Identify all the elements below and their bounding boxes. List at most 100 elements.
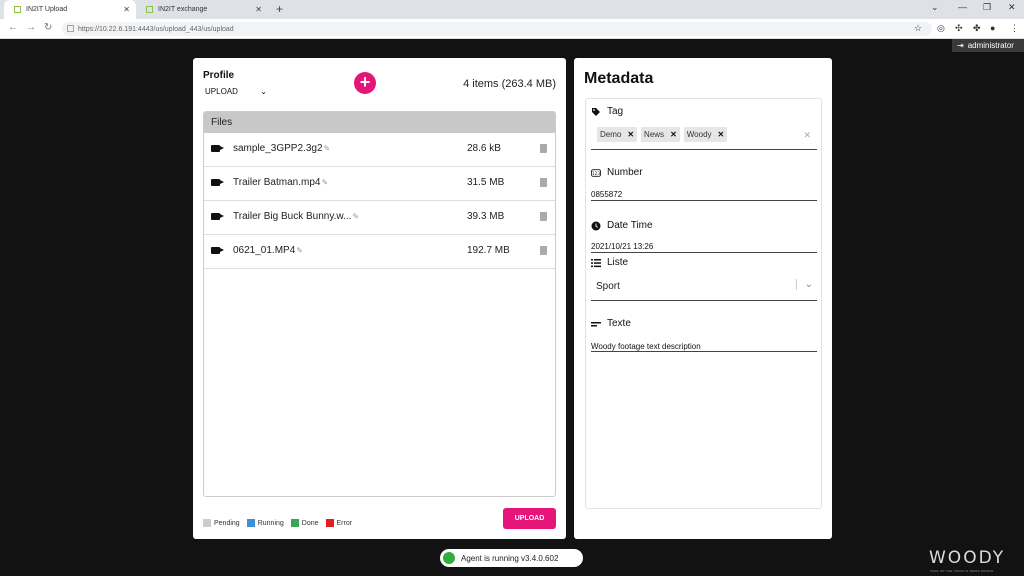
tag-label-text: Tag — [607, 106, 624, 117]
svg-text:123: 123 — [592, 170, 600, 175]
edit-pencil-icon[interactable]: ✎ — [352, 212, 359, 221]
datetime-label: Date Time — [591, 220, 653, 231]
legend-label: Running — [257, 519, 284, 527]
remove-tag-icon[interactable]: ✕ — [627, 130, 634, 139]
legend-running: Running — [246, 519, 284, 527]
legend-swatch — [325, 519, 334, 527]
new-tab-button[interactable]: + — [276, 2, 283, 16]
file-row[interactable]: sample_3GPP2.3g2✎ 28.6 kB — [204, 133, 555, 167]
edit-pencil-icon[interactable]: ✎ — [321, 178, 328, 187]
profile-select[interactable]: UPLOAD ⌄ — [205, 87, 267, 96]
file-row[interactable]: Trailer Batman.mp4✎ 31.5 MB — [204, 167, 555, 201]
close-window-icon[interactable]: ✕ — [1008, 2, 1016, 13]
video-camera-icon — [211, 145, 224, 152]
file-size: 31.5 MB — [467, 177, 505, 188]
datetime-field[interactable]: 2021/10/21 13:26 — [591, 242, 653, 251]
edit-pencil-icon[interactable]: ✎ — [296, 246, 303, 255]
tab-title: IN2IT Upload — [26, 6, 68, 13]
short-text-icon — [591, 321, 601, 326]
files-header: Files — [204, 112, 555, 133]
close-tab-icon[interactable]: ✕ — [255, 5, 262, 14]
address-bar: ← → ↻ https://10.22.6.191:4443/us/upload… — [0, 19, 1024, 39]
file-name: 0621_01.MP4 — [233, 245, 296, 256]
legend-pending: Pending — [203, 519, 240, 527]
favicon-icon — [146, 6, 153, 13]
tag-chip[interactable]: Demo ✕ — [597, 127, 638, 142]
metadata-form: Tag Demo ✕ News ✕ Woody ✕ ✕ 123 Number 0855… — [585, 98, 822, 509]
number-icon: 123 — [591, 168, 601, 177]
file-row[interactable]: 0621_01.MP4✎ 192.7 MB — [204, 235, 555, 269]
extension-icon[interactable]: ◎ — [937, 23, 945, 34]
datetime-underline — [591, 252, 817, 253]
video-camera-icon — [211, 247, 224, 254]
liste-label-text: Liste — [607, 257, 629, 268]
file-size: 192.7 MB — [467, 245, 510, 256]
tag-chip[interactable]: Woody ✕ — [683, 127, 728, 142]
delete-icon[interactable] — [540, 178, 547, 187]
remove-tag-icon[interactable]: ✕ — [718, 130, 725, 139]
upload-button[interactable]: UPLOAD — [503, 508, 556, 529]
agent-status-text: Agent is running v3.4.0.602 — [461, 553, 559, 563]
delete-icon[interactable] — [540, 212, 547, 221]
chevron-down-icon: ⌄ — [260, 87, 267, 96]
minimize-icon[interactable]: — — [958, 2, 967, 12]
browser-tabbar: IN2IT Upload ✕ IN2IT exchange ✕ + ⌄ — ❐ … — [0, 0, 1024, 19]
legend-label: Error — [336, 519, 353, 527]
file-name: Trailer Batman.mp4 — [233, 177, 321, 188]
restore-icon[interactable]: ❐ — [983, 2, 991, 13]
delete-icon[interactable] — [540, 246, 547, 255]
legend-label: Pending — [214, 519, 240, 527]
file-row[interactable]: Trailer Big Buck Bunny.w...✎ 39.3 MB — [204, 201, 555, 235]
url-field[interactable]: https://10.22.6.191:4443/us/upload_443/u… — [62, 22, 932, 36]
legend-done: Done — [290, 519, 319, 527]
reload-icon[interactable]: ↻ — [44, 22, 52, 33]
clock-icon — [591, 221, 601, 230]
chevron-down-icon[interactable]: ⌄ — [931, 2, 939, 13]
logout-icon: ⇥ — [957, 41, 964, 50]
texte-label: Texte — [591, 318, 631, 329]
add-file-button[interactable]: + — [354, 72, 376, 94]
favicon-icon — [14, 6, 21, 13]
file-size: 28.6 kB — [467, 143, 501, 154]
number-label: 123 Number — [591, 167, 643, 178]
number-field[interactable]: 0855872 — [591, 190, 622, 199]
edit-pencil-icon[interactable]: ✎ — [324, 144, 331, 153]
remove-tag-icon[interactable]: ✕ — [670, 130, 677, 139]
texte-label-text: Texte — [607, 318, 631, 329]
back-icon[interactable]: ← — [8, 22, 18, 33]
bookmark-star-icon[interactable]: ☆ — [914, 23, 922, 34]
texte-underline — [591, 351, 817, 352]
list-icon — [591, 258, 601, 267]
puzzle-icon[interactable]: ✤ — [973, 23, 981, 34]
clear-tags-icon[interactable]: ✕ — [803, 130, 811, 141]
number-underline — [591, 200, 817, 201]
video-camera-icon — [211, 213, 224, 220]
items-count: 4 items (263.4 MB) — [463, 78, 556, 90]
extension-grid-icon[interactable]: ✣ — [955, 23, 963, 34]
liste-underline — [591, 300, 817, 301]
chevron-down-icon[interactable]: ⌄ — [795, 279, 813, 290]
texte-field[interactable]: Woody footage text description — [591, 342, 701, 351]
tag-underline — [591, 149, 817, 150]
tab-title: IN2IT exchange — [158, 6, 208, 13]
logo-tagline: TAKE UP THE TODAY'S NEWS WORLD — [930, 569, 994, 573]
close-tab-icon[interactable]: ✕ — [123, 5, 130, 14]
user-badge[interactable]: ⇥ administrator — [952, 39, 1024, 52]
delete-icon[interactable] — [540, 144, 547, 153]
browser-tab-upload[interactable]: IN2IT Upload ✕ — [4, 0, 136, 19]
tag-icon — [592, 107, 600, 116]
liste-select-value[interactable]: Sport — [596, 281, 620, 292]
tag-chips[interactable]: Demo ✕ News ✕ Woody ✕ — [597, 127, 731, 142]
browser-tab-exchange[interactable]: IN2IT exchange ✕ — [136, 0, 268, 19]
forward-icon[interactable]: → — [26, 22, 36, 33]
legend-error: Error — [325, 519, 353, 527]
tag-chip[interactable]: News ✕ — [641, 127, 680, 142]
file-size: 39.3 MB — [467, 211, 505, 222]
metadata-title: Metadata — [584, 70, 654, 87]
profile-label: Profile — [203, 70, 235, 81]
profile-icon[interactable]: ● — [990, 23, 995, 33]
site-info-icon[interactable] — [67, 25, 74, 32]
agent-status-pill: Agent is running v3.4.0.602 — [440, 549, 583, 567]
menu-kebab-icon[interactable]: ⋮ — [1010, 23, 1019, 34]
status-legend: Pending Running Done Error — [203, 519, 352, 527]
